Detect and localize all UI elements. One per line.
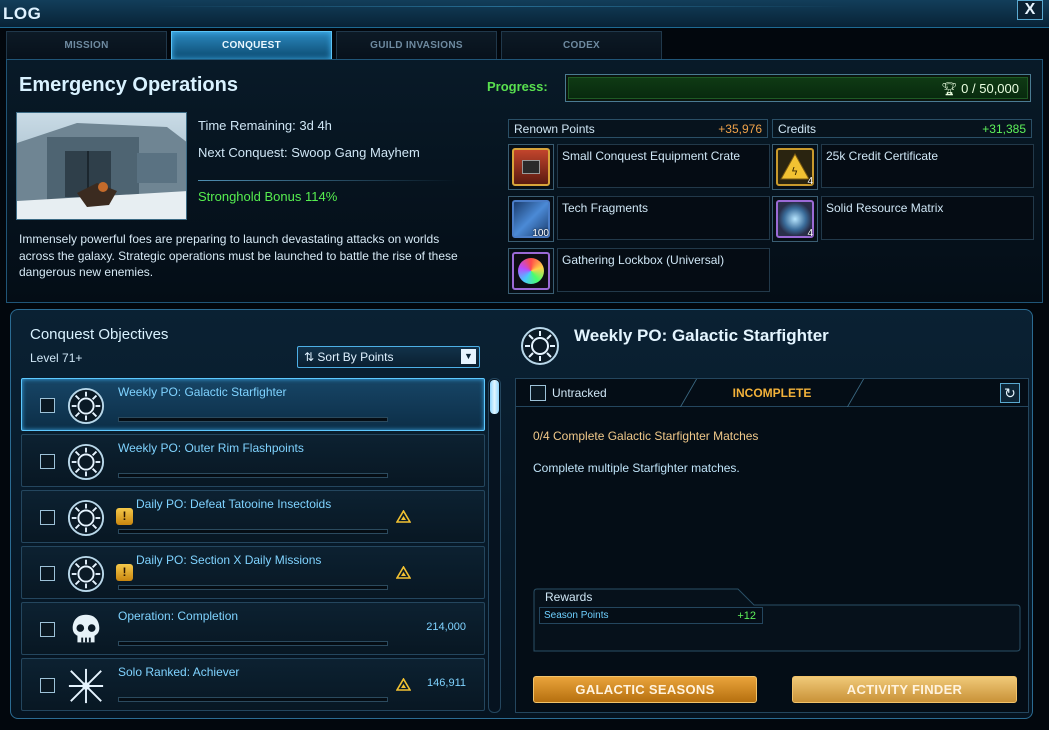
conquest-triangle-icon [395,509,412,528]
objective-row[interactable]: ! Daily PO: Section X Daily Missions [21,546,485,599]
objective-name: Weekly PO: Galactic Starfighter [118,385,287,399]
progress-label: Progress: [487,79,548,94]
window-title: LOG [3,4,42,23]
objective-row[interactable]: Solo Ranked: Achiever 146,911 [21,658,485,711]
reward-item[interactable]: 4 Solid Resource Matrix [772,196,1034,242]
objectives-title: Conquest Objectives [30,326,169,343]
objective-name: Daily PO: Section X Daily Missions [136,553,322,567]
crate-icon [512,148,550,186]
objective-points: 214,000 [426,621,466,633]
objective-progress-bar [118,641,388,646]
objectives-scrollbar[interactable] [488,378,501,713]
reward-item[interactable]: Gathering Lockbox (Universal) [508,248,770,294]
progress-bar: 🏆︎ 0 / 50,000 [565,74,1031,102]
objective-progress-bar [118,473,388,478]
starfighter-icon [520,326,560,366]
crossed-sabers-icon [67,667,105,705]
starfighter-icon [67,555,105,593]
objective-detail: Untracked INCOMPLETE ↻ 0/4 Complete Gala… [515,378,1029,713]
renown-points-header: Renown Points +35,976 [508,119,768,138]
scrollbar-thumb[interactable] [490,380,499,414]
starfighter-icon [67,499,105,537]
title-bar: LOG X [0,0,1049,28]
rewards-label: Rewards [545,590,593,604]
task-progress: 0/4 Complete Galactic Starfighter Matche… [533,429,759,443]
sort-dropdown[interactable]: ⇅ Sort By Points ▼ [297,346,480,368]
activity-finder-button[interactable]: ACTIVITY FINDER [792,676,1017,703]
warning-icon: ! [116,508,133,525]
objective-row[interactable]: Operation: Completion 214,000 [21,602,485,655]
reward-item[interactable]: 100 Tech Fragments [508,196,770,242]
reward-item[interactable]: ϟ 4 25k Credit Certificate [772,144,1034,190]
tab-mission[interactable]: MISSION [6,31,167,59]
tab-conquest[interactable]: CONQUEST [171,31,332,59]
galactic-seasons-button[interactable]: GALACTIC SEASONS [533,676,757,703]
operation-description: Immensely powerful foes are preparing to… [19,232,458,279]
season-points-value: +12 [737,610,756,622]
objective-progress-bar [118,529,388,534]
stronghold-bonus: Stronghold Bonus 114% [198,189,338,204]
credits-value: +31,385 [982,122,1026,136]
objective-checkbox[interactable] [40,566,55,581]
objective-progress-bar [118,697,388,702]
untracked-label: Untracked [552,386,607,400]
objective-checkbox[interactable] [40,510,55,525]
objective-progress-bar [118,585,388,590]
level-requirement: Level 71+ [30,351,83,365]
svg-text:ϟ: ϟ [791,165,798,178]
title-decoration [150,6,850,7]
time-remaining: Time Remaining: 3d 4h [198,118,332,133]
sort-icon: ⇅ [304,350,315,364]
starfighter-icon [67,387,105,425]
reset-button[interactable]: ↻ [1000,383,1020,403]
progress-value: 🏆︎ 0 / 50,000 [941,81,1019,96]
objective-name: Solo Ranked: Achiever [118,665,240,679]
conquest-triangle-icon [395,565,412,584]
objective-row[interactable]: Weekly PO: Outer Rim Flashpoints [21,434,485,487]
objective-name: Daily PO: Defeat Tatooine Insectoids [136,497,332,511]
objective-checkbox[interactable] [40,454,55,469]
tab-bar: MISSION CONQUEST GUILD INVASIONS CODEX [6,31,662,59]
track-checkbox[interactable] [530,385,546,401]
reward-item[interactable]: Small Conquest Equipment Crate [508,144,770,190]
objective-row[interactable]: Weekly PO: Galactic Starfighter [21,378,485,431]
operation-info: Time Remaining: 3d 4h Next Conquest: Swo… [198,118,458,204]
tab-codex[interactable]: CODEX [501,31,662,59]
trophy-icon: 🏆︎ [941,81,958,96]
operation-image [16,112,187,220]
objective-points: 146,911 [427,677,466,689]
operation-panel: Emergency Operations Time Remaining: 3d … [6,59,1043,303]
objectives-panel: Conquest Objectives Level 71+ ⇅ Sort By … [10,309,1033,719]
objective-checkbox[interactable] [40,622,55,637]
objective-checkbox[interactable] [40,678,55,693]
starfighter-icon [67,443,105,481]
conquest-triangle-icon [395,677,412,696]
objective-checkbox[interactable] [40,398,55,413]
objective-name: Weekly PO: Outer Rim Flashpoints [118,441,304,455]
objective-name: Operation: Completion [118,609,239,623]
chevron-down-icon: ▼ [461,349,476,364]
info-divider [198,180,458,181]
detail-title: Weekly PO: Galactic Starfighter [574,326,829,345]
lockbox-icon [512,252,550,290]
warning-icon: ! [116,564,133,581]
skull-icon [67,611,105,649]
status-badge: INCOMPLETE [732,386,812,400]
renown-points-value: +35,976 [718,122,762,136]
task-description: Complete multiple Starfighter matches. [533,461,740,475]
objective-progress-bar [118,417,388,422]
operation-title: Emergency Operations [19,74,238,96]
objective-row[interactable]: ! Daily PO: Defeat Tatooine Insectoids [21,490,485,543]
close-button[interactable]: X [1017,0,1043,20]
credits-header: Credits +31,385 [772,119,1032,138]
season-points-row: Season Points +12 [539,607,763,624]
tab-guild-invasions[interactable]: GUILD INVASIONS [336,31,497,59]
rewards-box: Rewards Season Points +12 [533,588,1021,652]
next-conquest: Next Conquest: Swoop Gang Mayhem [198,145,420,160]
objectives-list: Weekly PO: Galactic Starfighter Weekly PO… [21,378,485,714]
